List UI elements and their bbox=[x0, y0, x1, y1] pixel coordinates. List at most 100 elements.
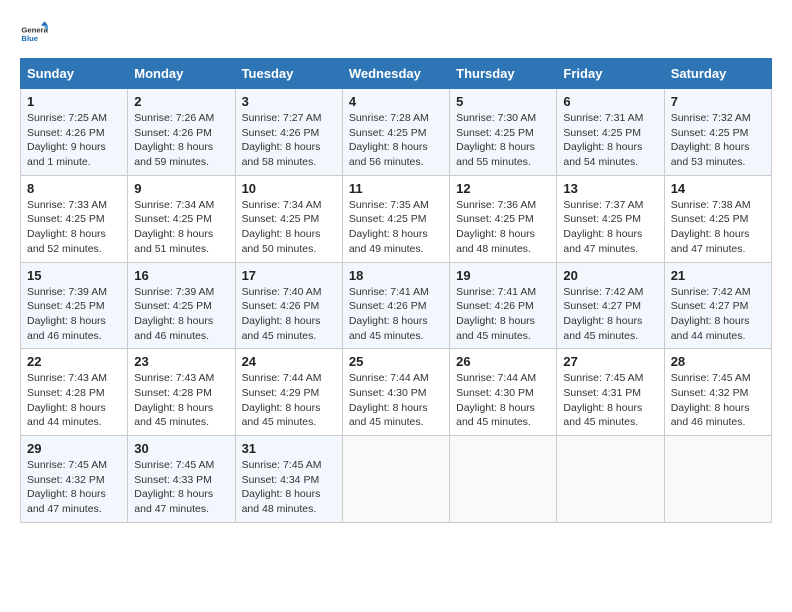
day-cell-31: 31 Sunrise: 7:45 AMSunset: 4:34 PMDayligh… bbox=[235, 436, 342, 523]
day-info: Sunrise: 7:42 AMSunset: 4:27 PMDaylight:… bbox=[671, 285, 765, 344]
day-number: 29 bbox=[27, 441, 121, 456]
day-cell-15: 15 Sunrise: 7:39 AMSunset: 4:25 PMDayligh… bbox=[21, 262, 128, 349]
day-info: Sunrise: 7:42 AMSunset: 4:27 PMDaylight:… bbox=[563, 285, 657, 344]
weekday-header-friday: Friday bbox=[557, 59, 664, 89]
day-cell-4: 4 Sunrise: 7:28 AMSunset: 4:25 PMDaylight… bbox=[342, 89, 449, 176]
calendar-week-2: 8 Sunrise: 7:33 AMSunset: 4:25 PMDaylight… bbox=[21, 175, 772, 262]
day-number: 30 bbox=[134, 441, 228, 456]
day-number: 3 bbox=[242, 94, 336, 109]
weekday-header-wednesday: Wednesday bbox=[342, 59, 449, 89]
day-number: 28 bbox=[671, 354, 765, 369]
day-number: 2 bbox=[134, 94, 228, 109]
svg-text:General: General bbox=[21, 26, 48, 35]
day-info: Sunrise: 7:45 AMSunset: 4:34 PMDaylight:… bbox=[242, 458, 336, 517]
day-cell-3: 3 Sunrise: 7:27 AMSunset: 4:26 PMDaylight… bbox=[235, 89, 342, 176]
logo: General Blue bbox=[20, 20, 48, 48]
empty-cell bbox=[664, 436, 771, 523]
day-cell-28: 28 Sunrise: 7:45 AMSunset: 4:32 PMDayligh… bbox=[664, 349, 771, 436]
day-info: Sunrise: 7:45 AMSunset: 4:32 PMDaylight:… bbox=[27, 458, 121, 517]
day-cell-6: 6 Sunrise: 7:31 AMSunset: 4:25 PMDaylight… bbox=[557, 89, 664, 176]
day-cell-12: 12 Sunrise: 7:36 AMSunset: 4:25 PMDayligh… bbox=[450, 175, 557, 262]
page-header: General Blue bbox=[20, 20, 772, 48]
day-info: Sunrise: 7:30 AMSunset: 4:25 PMDaylight:… bbox=[456, 111, 550, 170]
day-info: Sunrise: 7:35 AMSunset: 4:25 PMDaylight:… bbox=[349, 198, 443, 257]
day-number: 17 bbox=[242, 268, 336, 283]
calendar-week-5: 29 Sunrise: 7:45 AMSunset: 4:32 PMDayligh… bbox=[21, 436, 772, 523]
day-number: 4 bbox=[349, 94, 443, 109]
empty-cell bbox=[342, 436, 449, 523]
weekday-header-saturday: Saturday bbox=[664, 59, 771, 89]
weekday-header-monday: Monday bbox=[128, 59, 235, 89]
day-info: Sunrise: 7:44 AMSunset: 4:30 PMDaylight:… bbox=[456, 371, 550, 430]
calendar-table: SundayMondayTuesdayWednesdayThursdayFrid… bbox=[20, 58, 772, 523]
day-number: 7 bbox=[671, 94, 765, 109]
logo-icon: General Blue bbox=[20, 20, 48, 48]
day-cell-17: 17 Sunrise: 7:40 AMSunset: 4:26 PMDayligh… bbox=[235, 262, 342, 349]
day-number: 19 bbox=[456, 268, 550, 283]
empty-cell bbox=[450, 436, 557, 523]
calendar-week-3: 15 Sunrise: 7:39 AMSunset: 4:25 PMDayligh… bbox=[21, 262, 772, 349]
weekday-header-row: SundayMondayTuesdayWednesdayThursdayFrid… bbox=[21, 59, 772, 89]
day-number: 22 bbox=[27, 354, 121, 369]
day-number: 16 bbox=[134, 268, 228, 283]
day-cell-25: 25 Sunrise: 7:44 AMSunset: 4:30 PMDayligh… bbox=[342, 349, 449, 436]
day-number: 21 bbox=[671, 268, 765, 283]
day-cell-1: 1Sunrise: 7:25 AMSunset: 4:26 PMDaylight… bbox=[21, 89, 128, 176]
day-info: Sunrise: 7:39 AMSunset: 4:25 PMDaylight:… bbox=[134, 285, 228, 344]
day-cell-19: 19Sunrise: 7:41 AMSunset: 4:26 PMDayligh… bbox=[450, 262, 557, 349]
day-info: Sunrise: 7:45 AMSunset: 4:32 PMDaylight:… bbox=[671, 371, 765, 430]
day-number: 12 bbox=[456, 181, 550, 196]
day-info: Sunrise: 7:45 AMSunset: 4:33 PMDaylight:… bbox=[134, 458, 228, 517]
day-number: 25 bbox=[349, 354, 443, 369]
day-number: 14 bbox=[671, 181, 765, 196]
day-cell-30: 30 Sunrise: 7:45 AMSunset: 4:33 PMDayligh… bbox=[128, 436, 235, 523]
day-number: 20 bbox=[563, 268, 657, 283]
day-number: 27 bbox=[563, 354, 657, 369]
day-info: Sunrise: 7:37 AMSunset: 4:25 PMDaylight:… bbox=[563, 198, 657, 257]
day-cell-7: 7Sunrise: 7:32 AMSunset: 4:25 PMDaylight… bbox=[664, 89, 771, 176]
day-cell-21: 21 Sunrise: 7:42 AMSunset: 4:27 PMDayligh… bbox=[664, 262, 771, 349]
day-info: Sunrise: 7:44 AMSunset: 4:29 PMDaylight:… bbox=[242, 371, 336, 430]
day-cell-26: 26 Sunrise: 7:44 AMSunset: 4:30 PMDayligh… bbox=[450, 349, 557, 436]
day-number: 8 bbox=[27, 181, 121, 196]
day-info: Sunrise: 7:38 AMSunset: 4:25 PMDaylight:… bbox=[671, 198, 765, 257]
day-cell-20: 20 Sunrise: 7:42 AMSunset: 4:27 PMDayligh… bbox=[557, 262, 664, 349]
day-info: Sunrise: 7:27 AMSunset: 4:26 PMDaylight:… bbox=[242, 111, 336, 170]
day-cell-8: 8 Sunrise: 7:33 AMSunset: 4:25 PMDaylight… bbox=[21, 175, 128, 262]
weekday-header-thursday: Thursday bbox=[450, 59, 557, 89]
day-number: 11 bbox=[349, 181, 443, 196]
weekday-header-tuesday: Tuesday bbox=[235, 59, 342, 89]
day-number: 6 bbox=[563, 94, 657, 109]
day-number: 15 bbox=[27, 268, 121, 283]
day-cell-11: 11 Sunrise: 7:35 AMSunset: 4:25 PMDayligh… bbox=[342, 175, 449, 262]
day-info: Sunrise: 7:31 AMSunset: 4:25 PMDaylight:… bbox=[563, 111, 657, 170]
day-info: Sunrise: 7:34 AMSunset: 4:25 PMDaylight:… bbox=[134, 198, 228, 257]
day-info: Sunrise: 7:40 AMSunset: 4:26 PMDaylight:… bbox=[242, 285, 336, 344]
day-cell-24: 24 Sunrise: 7:44 AMSunset: 4:29 PMDayligh… bbox=[235, 349, 342, 436]
day-info: Sunrise: 7:34 AMSunset: 4:25 PMDaylight:… bbox=[242, 198, 336, 257]
svg-text:Blue: Blue bbox=[21, 34, 38, 43]
day-cell-29: 29 Sunrise: 7:45 AMSunset: 4:32 PMDayligh… bbox=[21, 436, 128, 523]
day-number: 13 bbox=[563, 181, 657, 196]
weekday-header-sunday: Sunday bbox=[21, 59, 128, 89]
day-cell-22: 22Sunrise: 7:43 AMSunset: 4:28 PMDayligh… bbox=[21, 349, 128, 436]
day-number: 24 bbox=[242, 354, 336, 369]
calendar-week-4: 22Sunrise: 7:43 AMSunset: 4:28 PMDayligh… bbox=[21, 349, 772, 436]
day-number: 26 bbox=[456, 354, 550, 369]
day-info: Sunrise: 7:39 AMSunset: 4:25 PMDaylight:… bbox=[27, 285, 121, 344]
day-info: Sunrise: 7:26 AMSunset: 4:26 PMDaylight:… bbox=[134, 111, 228, 170]
day-cell-14: 14 Sunrise: 7:38 AMSunset: 4:25 PMDayligh… bbox=[664, 175, 771, 262]
day-cell-13: 13 Sunrise: 7:37 AMSunset: 4:25 PMDayligh… bbox=[557, 175, 664, 262]
day-cell-18: 18Sunrise: 7:41 AMSunset: 4:26 PMDayligh… bbox=[342, 262, 449, 349]
calendar-week-1: 1Sunrise: 7:25 AMSunset: 4:26 PMDaylight… bbox=[21, 89, 772, 176]
day-cell-5: 5 Sunrise: 7:30 AMSunset: 4:25 PMDaylight… bbox=[450, 89, 557, 176]
day-number: 31 bbox=[242, 441, 336, 456]
day-info: Sunrise: 7:33 AMSunset: 4:25 PMDaylight:… bbox=[27, 198, 121, 257]
day-number: 5 bbox=[456, 94, 550, 109]
day-info: Sunrise: 7:25 AMSunset: 4:26 PMDaylight:… bbox=[27, 111, 121, 170]
day-info: Sunrise: 7:44 AMSunset: 4:30 PMDaylight:… bbox=[349, 371, 443, 430]
day-cell-2: 2 Sunrise: 7:26 AMSunset: 4:26 PMDaylight… bbox=[128, 89, 235, 176]
day-cell-27: 27Sunrise: 7:45 AMSunset: 4:31 PMDayligh… bbox=[557, 349, 664, 436]
day-info: Sunrise: 7:28 AMSunset: 4:25 PMDaylight:… bbox=[349, 111, 443, 170]
day-info: Sunrise: 7:36 AMSunset: 4:25 PMDaylight:… bbox=[456, 198, 550, 257]
